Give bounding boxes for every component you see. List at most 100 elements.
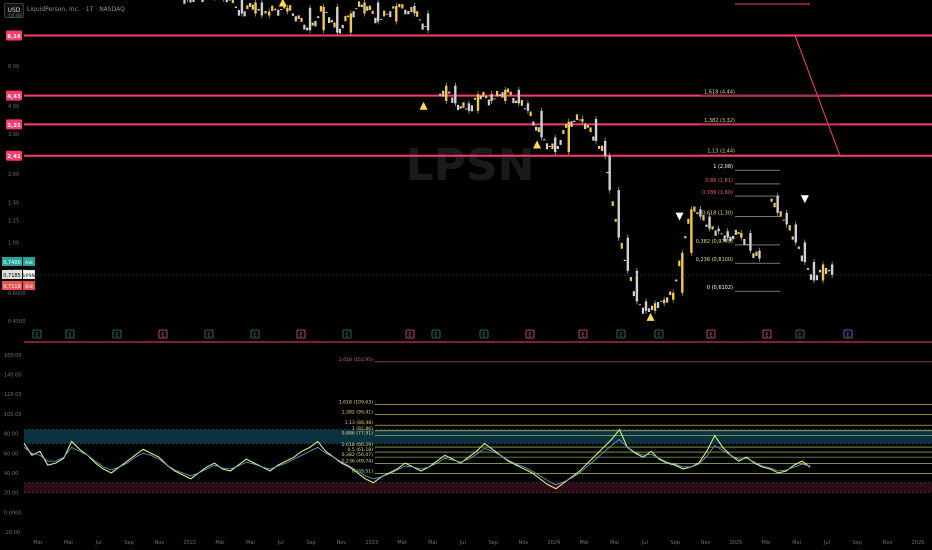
candle-body — [380, 18, 383, 20]
candle-body — [806, 268, 810, 270]
level-tag: 3,31 — [6, 119, 22, 130]
candle-body — [251, 4, 254, 10]
candle-body — [371, 10, 374, 14]
indicator-fib-label: 0,886 (77,91) — [342, 431, 374, 437]
event-badge-label: E — [581, 332, 584, 338]
time-tick-label: Mär — [33, 540, 43, 546]
candle-body — [442, 90, 445, 97]
candle-body — [398, 3, 401, 8]
candle-body — [274, 8, 277, 11]
candle-body — [482, 91, 485, 97]
buy-signal-marker — [278, 0, 287, 7]
candle-body — [515, 100, 518, 104]
candle-body — [228, 0, 231, 1]
event-badge: E — [112, 329, 122, 339]
price-tag: 0,7400 Ask — [2, 256, 36, 267]
candle-body — [743, 238, 746, 246]
candle-body — [401, 4, 404, 9]
candle-body — [681, 252, 684, 293]
candle-body — [421, 23, 424, 30]
fib-label: 1,382 (3,32) — [704, 118, 735, 124]
buy-signal-marker — [646, 312, 655, 321]
time-tick-label: Nov — [883, 540, 893, 546]
time-tick-label: Mär — [215, 540, 225, 546]
candle-body — [570, 121, 573, 127]
candle-body — [376, 2, 380, 22]
time-axis[interactable]: Mär Mai Jul Sep Nov 2022 Mär Mai Jul Sep Nov 2023 Mä… — [33, 540, 924, 546]
event-badge-label: E — [207, 332, 210, 338]
time-tick-label: Jul — [823, 540, 830, 546]
event-badge: E — [479, 329, 489, 339]
candle-body — [620, 242, 623, 249]
event-badge-label: E — [528, 332, 531, 338]
price-tick-label: 2.00 — [8, 172, 19, 178]
candle-body — [413, 6, 416, 14]
indicator-fib-label: 1,13 (88,48) — [345, 420, 374, 426]
level-tag: 8,16 — [6, 30, 22, 41]
candle-body — [410, 7, 413, 13]
event-badge: E — [654, 329, 664, 339]
candle-body — [532, 121, 535, 126]
candle-body — [752, 253, 755, 258]
candle-body — [311, 22, 314, 26]
candle-body — [776, 196, 779, 213]
candle-body — [289, 5, 292, 11]
event-badge: E — [616, 329, 626, 339]
time-tick-label: Sep — [853, 540, 862, 546]
candle-body — [782, 219, 785, 221]
price-tag-value: 0,7185 — [3, 273, 21, 279]
event-badge-label: E — [35, 332, 38, 338]
time-tick-label: Mai — [246, 540, 255, 546]
candle-body — [459, 106, 462, 109]
chart-canvas[interactable]: LPSN10.008.006.004.003.002.001.501.251.0… — [0, 0, 932, 550]
price-pane[interactable]: LPSN10.008.006.004.003.002.001.501.251.0… — [2, 0, 932, 343]
candle-body — [656, 302, 660, 309]
event-badge-label: E — [619, 332, 622, 338]
event-badge: E — [795, 329, 805, 339]
indicator-pane[interactable]: 160.00 140.00 120.00 100.00 80.00 60.00 40.00 2… — [4, 353, 932, 536]
candle-body — [192, 0, 195, 3]
indicator-zone — [24, 429, 932, 444]
buy-signal-marker — [419, 101, 428, 110]
candle-body — [526, 103, 530, 111]
candle-body — [573, 120, 576, 122]
candle-body — [687, 218, 690, 224]
candle-body — [638, 304, 642, 306]
candle-body — [594, 118, 598, 141]
candle-body — [617, 190, 620, 238]
level-tag: 4,43 — [6, 90, 22, 101]
candle-body — [672, 292, 675, 300]
price-tick-label: 1.25 — [8, 218, 19, 224]
candle-body — [548, 146, 551, 148]
candle-body — [183, 0, 186, 4]
event-badge: E — [204, 329, 214, 339]
candle-body — [734, 229, 737, 235]
candle-body — [243, 11, 246, 17]
time-tick-label: Mär — [762, 540, 772, 546]
fib-label: 0,786 (1,60) — [702, 190, 733, 196]
fib-label: 0,236 (0,8100) — [696, 257, 733, 263]
time-tick-label: Sep — [488, 540, 497, 546]
candle-body — [556, 146, 560, 149]
candle-body — [240, 0, 244, 14]
candle-body — [559, 139, 562, 145]
candle-body — [386, 13, 389, 15]
candle-body — [465, 108, 468, 110]
candle-body — [564, 124, 568, 128]
candle-body — [684, 236, 687, 239]
candle-body — [755, 251, 758, 256]
candle-body — [363, 2, 366, 14]
event-badge: E — [342, 329, 352, 339]
candle-body — [257, 8, 260, 11]
candle-body — [498, 94, 501, 97]
time-tick-label: 2025 — [730, 540, 743, 546]
candle-body — [448, 91, 451, 94]
sell-signal-marker — [675, 212, 684, 221]
indicator-fib-label: 1,382 (99,41) — [342, 409, 374, 415]
candle-body — [660, 300, 663, 302]
candle-body — [509, 91, 512, 96]
candle-body — [395, 6, 398, 22]
time-tick-label: Jul — [95, 540, 102, 546]
candle-body — [234, 6, 237, 8]
candle-body — [490, 94, 493, 101]
